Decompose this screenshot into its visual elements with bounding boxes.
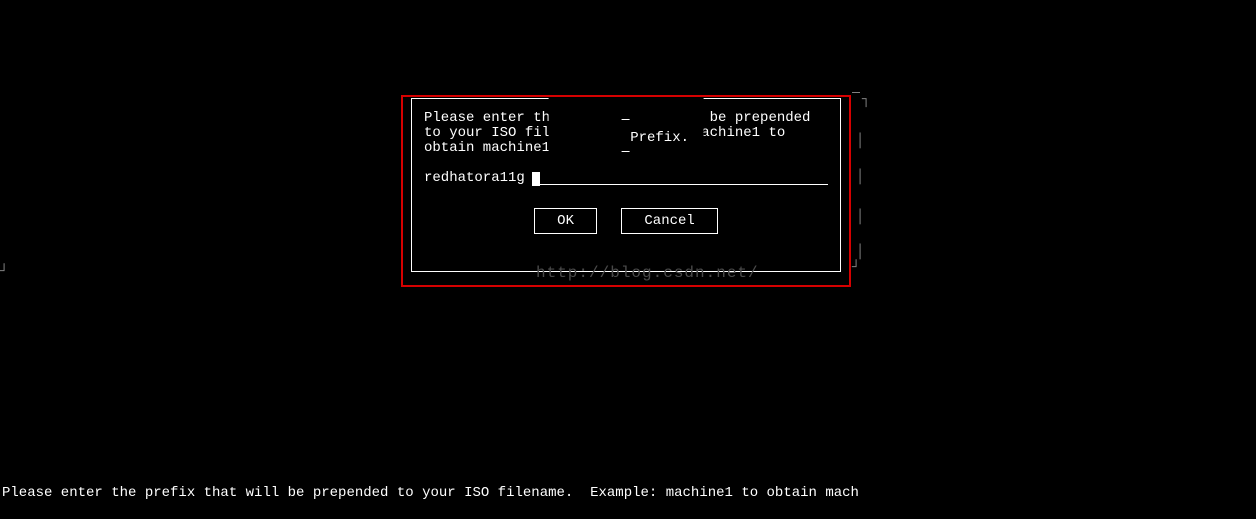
status-line: Please enter the prefix that will be pre… xyxy=(0,485,1256,501)
cancel-button[interactable]: Cancel xyxy=(621,208,717,234)
dialog-border: Prefix. Please enter the prefix that wil… xyxy=(411,98,841,272)
bg-box-corner-bl: ┘ xyxy=(0,264,8,280)
dialog-title: Prefix. xyxy=(549,98,704,178)
bg-title-line xyxy=(852,92,860,93)
bg-box-corner-tr: ┐ xyxy=(862,92,870,108)
prefix-input[interactable] xyxy=(424,170,534,186)
title-dash-left xyxy=(622,119,630,120)
bg-box-side-r: │ xyxy=(856,244,864,260)
dialog-button-row: OK Cancel xyxy=(424,208,828,234)
dialog-title-text: Prefix. xyxy=(630,130,689,146)
ok-button[interactable]: OK xyxy=(534,208,597,234)
bg-box-side-r: │ xyxy=(856,133,864,149)
title-dash-right xyxy=(622,151,630,152)
bg-box-corner-br: ┘ xyxy=(852,260,860,276)
bg-box-side-r: │ xyxy=(856,169,864,185)
input-underline xyxy=(534,184,828,185)
bg-box-side-r: │ xyxy=(856,209,864,225)
prefix-dialog: Prefix. Please enter the prefix that wil… xyxy=(411,92,841,272)
